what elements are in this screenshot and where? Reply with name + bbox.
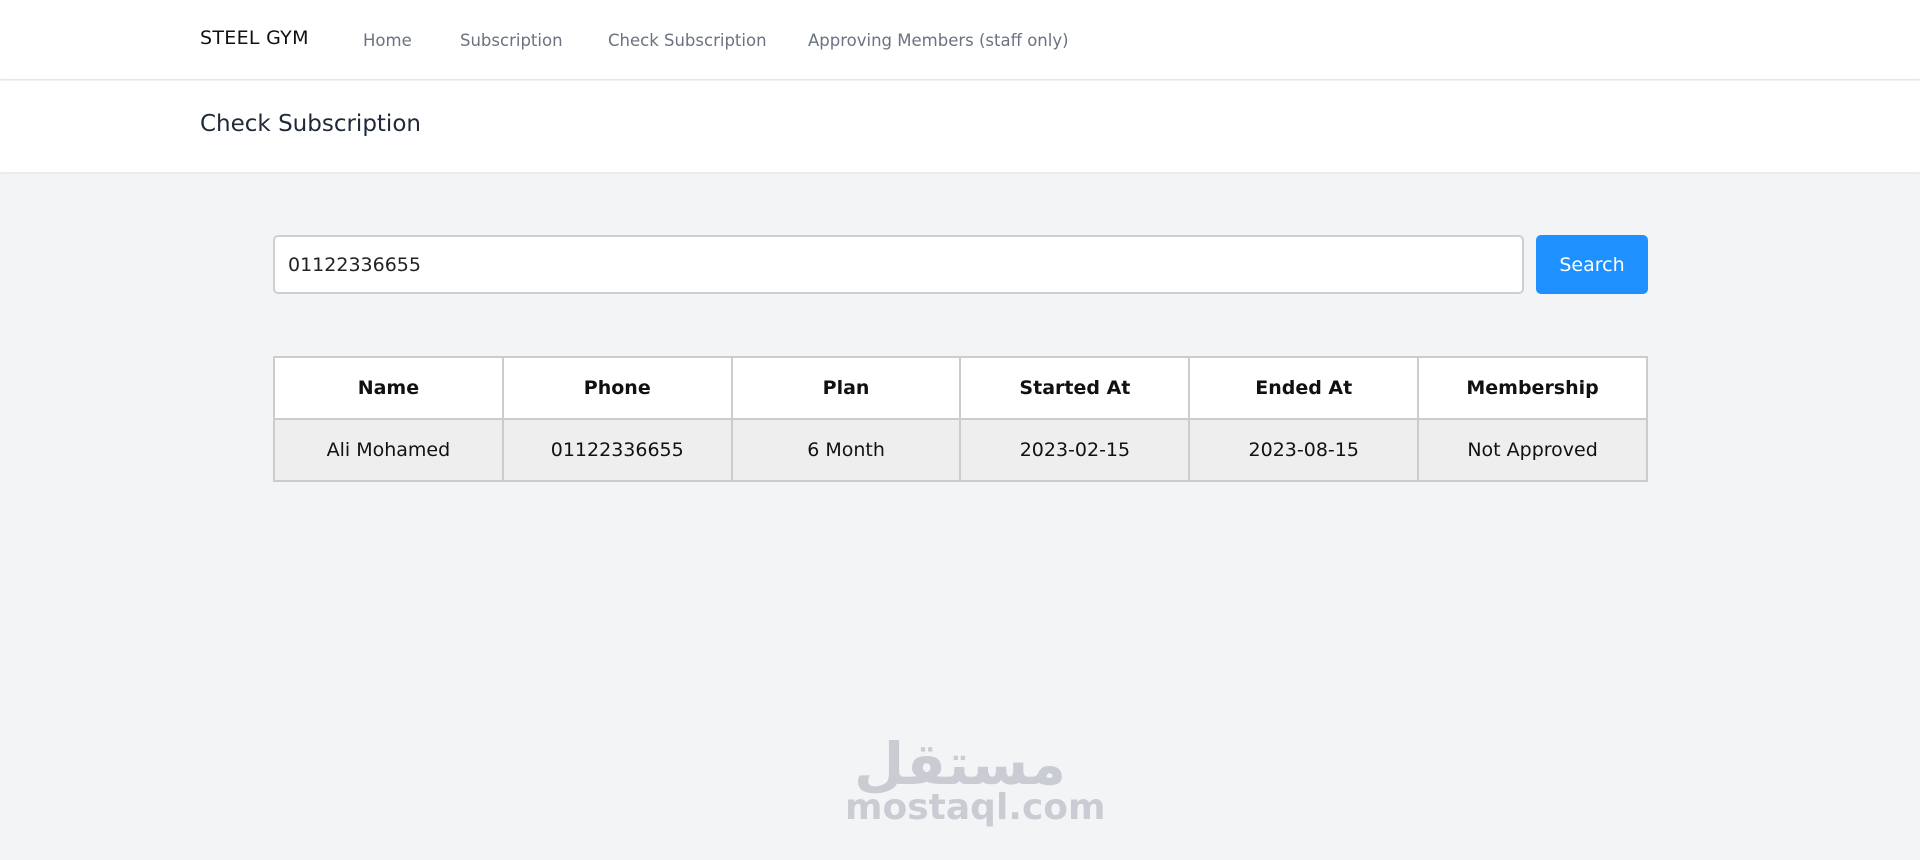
watermark-arabic-text: مستقل (853, 730, 1067, 798)
column-header-phone: Phone (501, 356, 733, 420)
search-input[interactable] (273, 235, 1524, 294)
column-header-started-at: Started At (959, 356, 1191, 420)
page-title: Check Subscription (200, 111, 421, 137)
brand-logo[interactable]: STEEL GYM (200, 27, 309, 49)
cell-phone: 01122336655 (501, 418, 733, 482)
cell-started-at: 2023-02-15 (959, 418, 1191, 482)
column-header-plan: Plan (730, 356, 962, 420)
mostaql-watermark: مستقل mostaql.com (845, 730, 1106, 828)
page-header: Check Subscription (0, 81, 1920, 172)
subscription-table: Name Phone Plan Started At Ended At Memb… (273, 356, 1648, 482)
nav-link-subscription[interactable]: Subscription (460, 31, 563, 50)
table-header-row: Name Phone Plan Started At Ended At Memb… (273, 356, 1648, 420)
search-button[interactable]: Search (1536, 235, 1648, 294)
column-header-membership: Membership (1417, 356, 1648, 420)
column-header-name: Name (273, 356, 504, 420)
cell-plan: 6 Month (730, 418, 962, 482)
watermark-latin-text: mostaql.com (845, 787, 1106, 828)
column-header-ended-at: Ended At (1188, 356, 1420, 420)
nav-link-check-subscription[interactable]: Check Subscription (608, 31, 767, 50)
cell-name: Ali Mohamed (273, 418, 504, 482)
cell-ended-at: 2023-08-15 (1188, 418, 1420, 482)
top-navbar: STEEL GYM Home Subscription Check Subscr… (0, 0, 1920, 80)
nav-link-home[interactable]: Home (363, 31, 412, 50)
nav-link-approving-members[interactable]: Approving Members (staff only) (808, 31, 1069, 50)
cell-membership-status: Not Approved (1417, 418, 1648, 482)
table-row: Ali Mohamed 01122336655 6 Month 2023-02-… (273, 418, 1648, 482)
